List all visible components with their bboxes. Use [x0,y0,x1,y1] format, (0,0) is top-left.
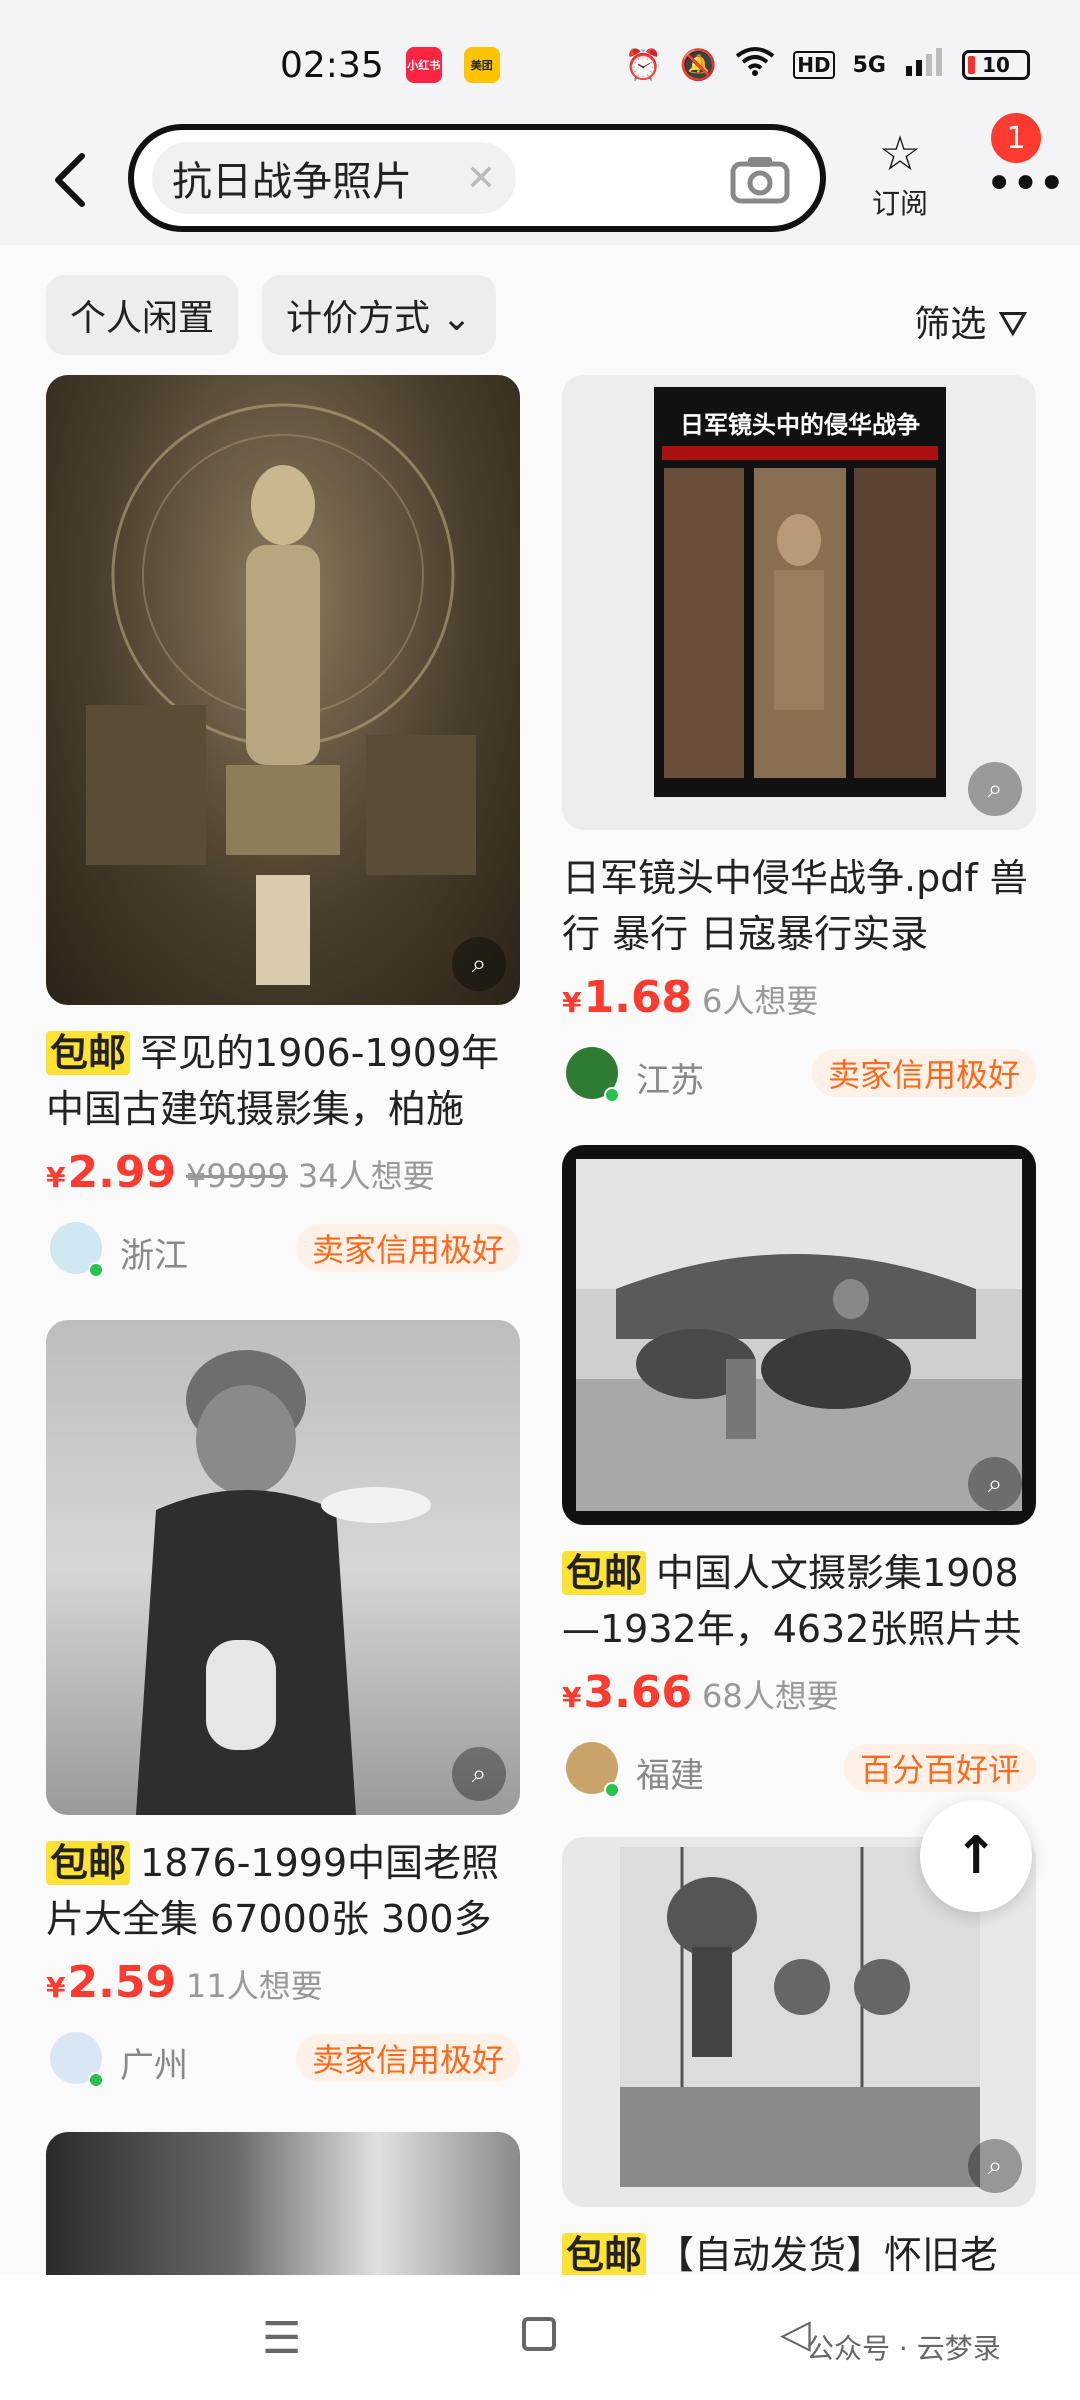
search-header: 抗日战争照片 ✕ ☆ 订阅 ••• 1 [0,110,1080,245]
currency-symbol: ¥ [562,1681,582,1714]
hd-icon: HD [793,51,835,79]
filter-chip-personal[interactable]: 个人闲置 [46,275,239,355]
battery-level: 10 [982,53,1010,77]
funnel-icon: ⛛ [997,304,1028,345]
credit-badge: 卖家信用极好 [295,1224,520,1272]
currency-symbol: ¥ [46,1971,66,2004]
product-price: 3.66 [583,1667,693,1718]
back-to-top-button[interactable]: ↑ [920,1800,1032,1912]
image-search-icon[interactable]: ⌕ [968,2139,1022,2193]
alarm-icon: ⏰ [624,47,662,83]
price-row: ¥2.59 11人想要 [46,1957,520,2008]
online-dot [88,1262,104,1278]
online-dot [88,2072,104,2088]
seller-location: 浙江 [120,1236,188,1276]
search-query-pill[interactable]: 抗日战争照片 ✕ [152,142,516,214]
currency-symbol: ¥ [562,986,582,1019]
product-title: 包邮 【自动发货】怀旧老 [562,2227,1036,2275]
price-row: ¥1.68 6人想要 [562,972,1036,1023]
want-count: 11人想要 [186,1967,323,2005]
clear-icon[interactable]: ✕ [466,158,496,199]
product-image-buddha-statue[interactable]: ⌕ [46,375,520,1005]
want-count: 68人想要 [702,1677,839,1715]
subscribe-label: 订阅 [871,187,928,220]
product-image-street-scene[interactable] [46,2132,520,2275]
star-plus-icon: ☆ [878,126,922,182]
product-card[interactable] [46,2132,520,2275]
product-price: 2.99 [67,1147,177,1198]
free-shipping-tag: 包邮 [46,1031,131,1075]
system-status-icons: ⏰ 🔕 HD 5G 10 [625,46,1030,84]
product-price: 2.59 [67,1957,177,2008]
filter-button[interactable]: 筛选 ⛛ [914,295,1028,347]
book-cover-photo [664,468,936,778]
product-card[interactable]: ⌕ 包邮1876-1999中国老照片大全集 67000张 300多G ¥2.59… [46,1320,520,2090]
notification-badge: 1 [988,110,1044,166]
seller-row[interactable]: 广州 卖家信用极好 [46,2030,520,2090]
wifi-icon [735,46,775,84]
image-search-icon[interactable]: ⌕ [452,937,506,991]
mute-icon: 🔕 [679,47,718,83]
free-shipping-tag: 包邮 [46,1841,131,1885]
want-count: 34人想要 [297,1157,435,1195]
product-title: 包邮 中国人文摄影集1908—1932年，4632张照片共 [562,1545,1036,1657]
seller-location: 江苏 [636,1061,704,1101]
credit-badge: 百分百好评 [843,1744,1036,1792]
xiaohongshu-app-icon: 小红书 [405,47,442,83]
product-title: 日军镜头中侵华战争.pdf 兽行 暴行 日寇暴行实录 [562,856,1028,956]
image-search-icon[interactable]: ⌕ [968,762,1022,816]
product-card[interactable]: 日军镜头中的侵华战争 ⌕ 日军镜头中侵华战争.pdf 兽行 暴行 日寇暴行实录 … [562,375,1036,1105]
product-title: 包邮1876-1999中国老照片大全集 67000张 300多G [46,1835,520,1947]
seller-row[interactable]: 福建 百分百好评 [562,1740,1036,1800]
price-row: ¥2.99 ¥9999 34人想要 [46,1147,520,1198]
product-image-book-cover[interactable]: 日军镜头中的侵华战争 ⌕ [562,375,1036,830]
nav-menu-icon[interactable]: ☰ [262,2313,301,2364]
arrow-up-icon: ↑ [954,1826,998,1886]
currency-symbol: ¥ [46,1161,66,1194]
product-title: 包邮 罕见的1906-1909年中国古建筑摄影集，柏施 [46,1025,520,1137]
product-card[interactable]: ⌕ 包邮 中国人文摄影集1908—1932年，4632张照片共 ¥3.66 68人… [562,1145,1036,1800]
seller-location: 广州 [120,2046,188,2086]
results-feed[interactable]: 个人闲置 计价方式 ⌄ 筛选 ⛛ ⌕ 包邮 罕见的1906-1909年中国古建筑摄… [0,245,1080,2275]
image-search-icon[interactable]: ⌕ [452,1747,506,1801]
camera-icon[interactable] [730,154,790,204]
product-image-child-portrait[interactable]: ⌕ [46,1320,520,1815]
meituan-app-icon: 美团 [463,47,500,83]
watermark: 公众号 · 云梦录 [806,2332,1001,2365]
seller-row[interactable]: 浙江 卖家信用极好 [46,1220,520,1280]
battery-icon: 10 [962,50,1030,80]
search-box[interactable]: 抗日战争照片 ✕ [128,124,826,232]
original-price: ¥9999 [186,1157,288,1195]
book-cover: 日军镜头中的侵华战争 [654,387,946,797]
online-dot [604,1782,620,1798]
clock: 02:35 [280,44,384,86]
product-price: 1.68 [583,972,693,1023]
free-shipping-tag: 包邮 [562,2233,647,2275]
seller-row[interactable]: 江苏 卖家信用极好 [562,1045,1036,1105]
product-title-text: 【自动发货】怀旧老 [656,2233,999,2275]
credit-badge: 卖家信用极好 [811,1049,1036,1097]
search-query-text: 抗日战争照片 [172,159,412,205]
filter-chip-pricing[interactable]: 计价方式 ⌄ [262,275,496,355]
back-arrow-icon[interactable] [50,150,90,219]
signal-bars-icon [904,46,944,84]
product-card[interactable]: ⌕ 包邮 罕见的1906-1909年中国古建筑摄影集，柏施 ¥2.99 ¥9999… [46,375,520,1280]
system-nav-bar: ☰ ◁ 公众号 · 云梦录 [0,2275,1080,2400]
want-count: 6人想要 [702,982,819,1020]
price-row: ¥3.66 68人想要 [562,1667,1036,1718]
online-dot [604,1087,620,1103]
book-cover-band [662,446,938,460]
seller-location: 福建 [636,1756,704,1796]
book-cover-title: 日军镜头中的侵华战争 [680,411,920,439]
product-image-ox-cart[interactable]: ⌕ [562,1145,1036,1525]
subscribe-button[interactable]: ☆ 订阅 [860,130,940,222]
image-search-icon[interactable]: ⌕ [968,1457,1022,1511]
filter-bar: 个人闲置 计价方式 ⌄ [46,275,496,355]
filter-label: 筛选 [914,304,987,345]
credit-badge: 卖家信用极好 [295,2034,520,2082]
signal-5g-icon: 5G [852,52,886,78]
nav-home-icon[interactable] [522,2317,556,2351]
free-shipping-tag: 包邮 [562,1551,647,1595]
